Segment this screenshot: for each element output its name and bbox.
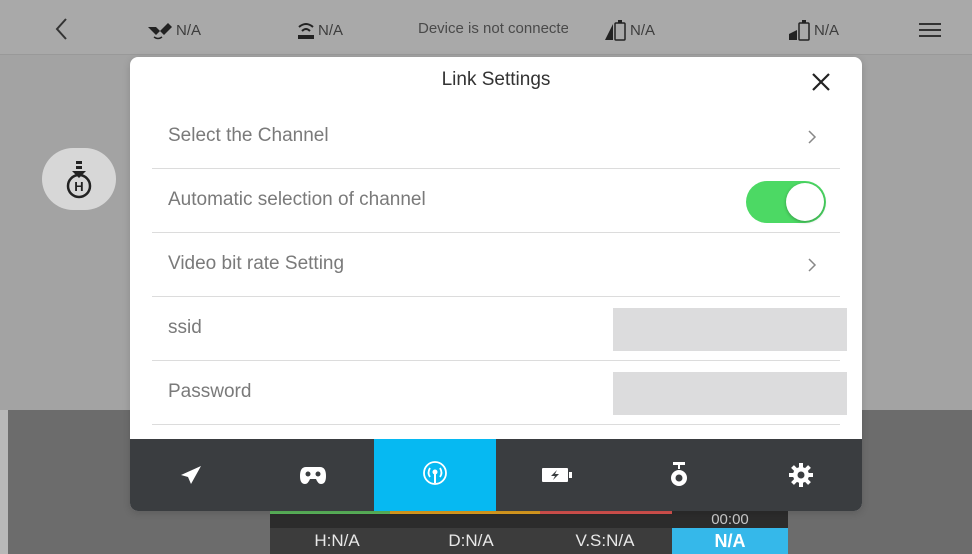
rc-battery-icon <box>605 20 626 41</box>
chevron-right-icon <box>808 258 817 272</box>
toggle-knob <box>786 183 824 221</box>
tab-remote-controller[interactable] <box>252 439 374 511</box>
ssid-row: ssid <box>152 297 847 361</box>
rc-battery-value: N/A <box>630 22 656 39</box>
telemetry-values: H:N/A D:N/A V.S:N/A <box>270 528 672 554</box>
password-input[interactable] <box>613 372 847 415</box>
select-channel-row[interactable]: Select the Channel <box>152 105 840 169</box>
chevron-right-icon <box>808 130 817 144</box>
signal-status: N/A <box>296 20 343 42</box>
wireless-link-icon <box>423 461 447 485</box>
home-point-icon: H <box>66 161 92 199</box>
distance-value: D:N/A <box>448 531 494 550</box>
hamburger-icon <box>919 23 941 37</box>
auto-channel-row: Automatic selection of channel <box>152 169 840 233</box>
back-button[interactable] <box>46 14 76 44</box>
settings-tab-bar <box>130 439 862 511</box>
tab-general-settings[interactable] <box>740 439 862 511</box>
signal-icon <box>298 23 314 39</box>
satellite-icon <box>148 23 172 40</box>
menu-button[interactable] <box>915 18 945 42</box>
password-row: Password <box>152 361 847 425</box>
ssid-label: ssid <box>168 317 202 338</box>
tab-battery[interactable] <box>496 439 618 511</box>
tab-flight[interactable] <box>130 439 252 511</box>
telemetry-bar: H:N/A D:N/A V.S:N/A 00:00 N/A <box>270 510 788 554</box>
vertical-speed-value: V.S:N/A <box>575 531 635 550</box>
tab-gimbal[interactable] <box>618 439 740 511</box>
gimbal-camera-icon <box>671 462 687 486</box>
return-home-button[interactable]: H <box>42 148 116 210</box>
connection-status: Device is not connected <box>418 20 568 37</box>
video-bitrate-row[interactable]: Video bit rate Setting <box>152 233 840 297</box>
gps-status: N/A <box>146 20 201 42</box>
close-icon <box>812 73 830 91</box>
gamepad-icon <box>300 467 326 484</box>
rc-battery-status: N/A <box>604 20 655 42</box>
dialog-header: Link Settings <box>130 57 862 105</box>
status-bar: N/A N/A Device is not connected N/A N/A <box>0 0 972 55</box>
chevron-left-icon <box>55 18 67 40</box>
tab-link[interactable] <box>374 439 496 511</box>
gps-value: N/A <box>176 22 202 39</box>
flight-time: 00:00 <box>672 510 788 528</box>
video-bitrate-label: Video bit rate Setting <box>168 253 345 274</box>
telemetry-badge: N/A <box>672 528 788 554</box>
link-settings-dialog: Link Settings Select the Channel Automat… <box>130 57 862 511</box>
signal-value: N/A <box>318 22 344 39</box>
aircraft-battery-icon <box>789 20 810 41</box>
password-label: Password <box>168 381 252 402</box>
dialog-title: Link Settings <box>441 69 551 90</box>
auto-channel-toggle[interactable] <box>746 181 826 223</box>
auto-channel-label: Automatic selection of channel <box>168 189 426 210</box>
height-value: H:N/A <box>314 531 360 550</box>
paper-plane-icon <box>181 466 201 484</box>
aircraft-battery-value: N/A <box>814 22 840 39</box>
close-button[interactable] <box>806 67 836 97</box>
ssid-input[interactable] <box>613 308 847 351</box>
battery-icon <box>542 468 572 482</box>
aircraft-battery-status: N/A <box>788 20 839 42</box>
svg-text:H: H <box>74 179 83 194</box>
select-channel-label: Select the Channel <box>168 125 329 146</box>
gear-icon <box>789 463 813 487</box>
edge-panel <box>0 410 8 554</box>
